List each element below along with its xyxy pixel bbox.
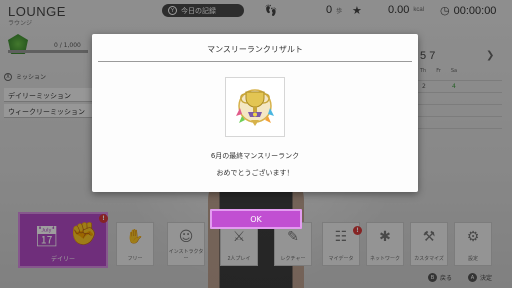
monthly-rank-result-dialog: マンスリーランクリザルト 6月の最終マンスリーランク おめでとうございます！ <box>92 34 418 192</box>
dialog-title: マンスリーランクリザルト <box>207 45 303 54</box>
dialog-message-rank: 6月の最終マンスリーランク <box>210 152 300 160</box>
dialog-divider <box>98 61 412 62</box>
ok-button[interactable]: OK <box>210 209 302 229</box>
trophy-frame <box>225 77 285 137</box>
dialog-message-congrats: おめでとうございます！ <box>216 169 294 177</box>
trophy-icon <box>236 89 274 126</box>
